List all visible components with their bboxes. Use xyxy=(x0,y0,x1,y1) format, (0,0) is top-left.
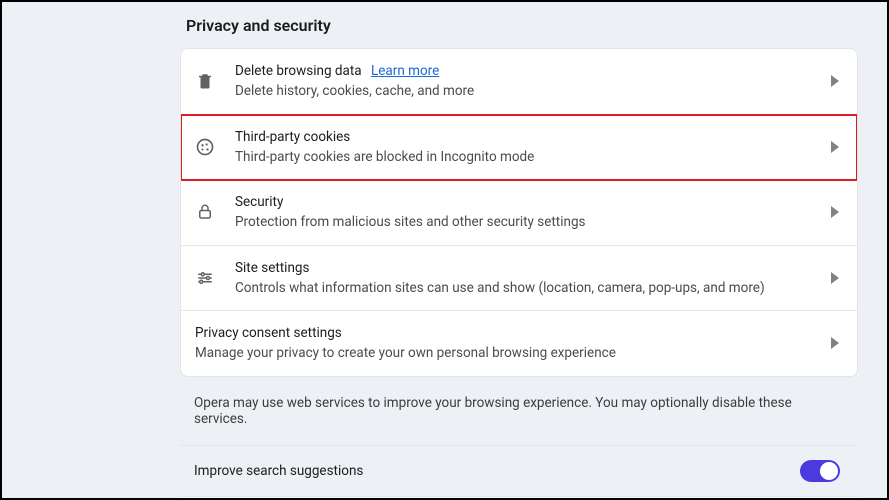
row-body: Third-party cookies Third-party cookies … xyxy=(235,127,821,168)
toggle-label: Improve search suggestions xyxy=(194,463,363,479)
row-third-party-cookies[interactable]: Third-party cookies Third-party cookies … xyxy=(181,115,857,181)
row-title: Privacy consent settings xyxy=(195,323,821,343)
row-subtitle: Protection from malicious sites and othe… xyxy=(235,212,821,232)
row-delete-browsing-data[interactable]: Delete browsing data Learn more Delete h… xyxy=(181,49,857,115)
row-body: Delete browsing data Learn more Delete h… xyxy=(235,61,821,102)
sliders-icon xyxy=(195,268,215,288)
section-title: Privacy and security xyxy=(186,16,887,35)
cookie-icon xyxy=(195,137,215,157)
chevron-right-icon xyxy=(831,75,839,87)
row-security[interactable]: Security Protection from malicious sites… xyxy=(181,180,857,246)
row-subtitle: Manage your privacy to create your own p… xyxy=(195,343,821,363)
chevron-right-icon xyxy=(831,206,839,218)
learn-more-link[interactable]: Learn more xyxy=(371,63,439,79)
row-site-settings[interactable]: Site settings Controls what information … xyxy=(181,246,857,312)
chevron-right-icon xyxy=(831,272,839,284)
toggle-improve-search: Improve search suggestions xyxy=(180,446,858,497)
row-body: Privacy consent settings Manage your pri… xyxy=(195,323,821,364)
row-title: Third-party cookies xyxy=(235,127,821,147)
trash-icon xyxy=(195,71,215,91)
row-subtitle: Third-party cookies are blocked in Incog… xyxy=(235,147,821,167)
toggle-crash-reports: Automatically send crash reports to Oper… xyxy=(180,497,858,500)
lock-icon xyxy=(195,202,215,222)
chevron-right-icon xyxy=(831,141,839,153)
privacy-card: Delete browsing data Learn more Delete h… xyxy=(180,48,858,377)
settings-page: Privacy and security Delete browsing dat… xyxy=(2,2,887,500)
row-title: Security xyxy=(235,192,821,212)
switch-improve-search[interactable] xyxy=(800,460,840,482)
row-title: Delete browsing data Learn more xyxy=(235,61,821,81)
row-subtitle: Controls what information sites can use … xyxy=(235,278,821,298)
row-title: Site settings xyxy=(235,258,821,278)
row-body: Site settings Controls what information … xyxy=(235,258,821,299)
row-subtitle: Delete history, cookies, cache, and more xyxy=(235,81,821,101)
row-privacy-consent[interactable]: Privacy consent settings Manage your pri… xyxy=(181,311,857,376)
services-note: Opera may use web services to improve yo… xyxy=(180,377,858,446)
chevron-right-icon xyxy=(831,337,839,349)
row-body: Security Protection from malicious sites… xyxy=(235,192,821,233)
row-title-text: Delete browsing data xyxy=(235,63,362,79)
